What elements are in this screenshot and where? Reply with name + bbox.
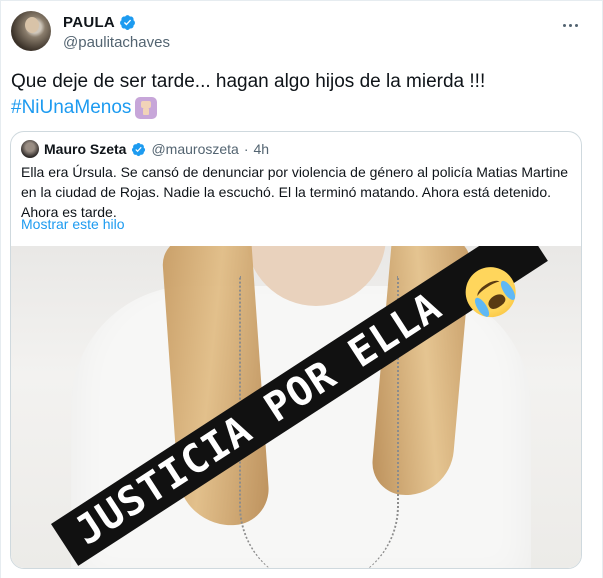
quoted-author-handle: @mauroszeta [151, 141, 239, 157]
verified-badge-icon [120, 15, 135, 30]
quoted-time-separator: · [243, 141, 249, 157]
quoted-tweet-image[interactable]: JUSTICIA POR ELLA [11, 246, 581, 568]
quoted-tweet[interactable]: Mauro Szeta @mauroszeta · 4h Ella era Úr… [10, 131, 582, 569]
more-options-icon[interactable] [560, 15, 580, 35]
author-avatar[interactable] [11, 11, 51, 51]
quoted-tweet-text: Ella era Úrsula. Se cansó de denunciar p… [21, 164, 569, 220]
tweet-card: PAULA @paulitachaves Que deje de ser tar… [0, 0, 603, 578]
author-name-row: PAULA [63, 14, 136, 31]
verified-badge-icon [132, 142, 146, 156]
quoted-author-avatar [21, 140, 39, 158]
raised-fist-emoji-icon [135, 97, 158, 119]
show-thread-link[interactable]: Mostrar este hilo [21, 216, 124, 232]
quoted-author-name: Mauro Szeta [44, 141, 127, 157]
author-handle[interactable]: @paulitachaves [63, 34, 170, 51]
tweet-text: Que deje de ser tarde... hagan algo hijo… [11, 71, 486, 92]
quoted-timestamp: 4h [253, 141, 270, 157]
hashtag-line: #NiUnaMenos [11, 95, 158, 121]
quoted-tweet-header: Mauro Szeta @mauroszeta · 4h [21, 140, 269, 158]
author-display-name[interactable]: PAULA [63, 14, 115, 31]
hashtag-link[interactable]: #NiUnaMenos [11, 95, 131, 121]
